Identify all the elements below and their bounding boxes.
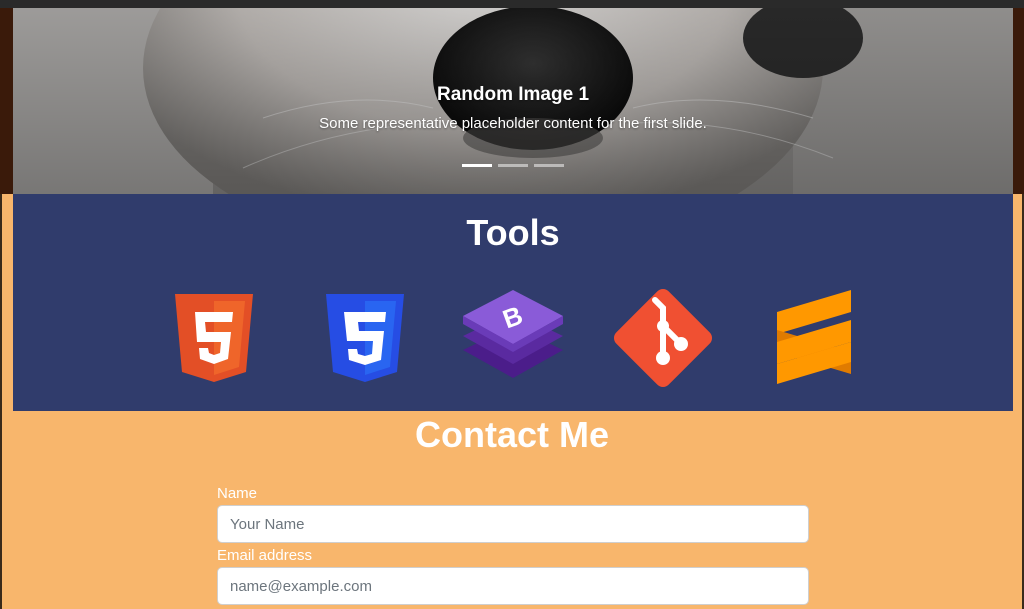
carousel-indicator-2[interactable] bbox=[498, 164, 528, 167]
email-label: Email address bbox=[217, 547, 313, 564]
contact-heading: Contact Me bbox=[414, 414, 609, 455]
carousel-slide-text: Some representative placeholder content … bbox=[319, 115, 707, 132]
right-edge bbox=[1013, 8, 1024, 194]
carousel-indicator-3[interactable] bbox=[534, 164, 564, 167]
carousel-indicator-1[interactable] bbox=[462, 164, 492, 167]
bootstrap-logo: B bbox=[463, 290, 563, 378]
browser-top-strip bbox=[0, 0, 1024, 8]
html5-logo bbox=[175, 294, 253, 382]
tools-section: Tools B bbox=[13, 194, 1013, 411]
name-input[interactable] bbox=[217, 505, 809, 543]
git-logo bbox=[613, 288, 713, 388]
email-input[interactable] bbox=[217, 567, 809, 605]
name-label: Name bbox=[217, 485, 258, 502]
left-edge bbox=[0, 8, 13, 194]
carousel-caption: Random Image 1 Some representative place… bbox=[13, 84, 1013, 132]
tools-logos: B bbox=[13, 286, 1013, 388]
frame-left bbox=[0, 194, 2, 609]
tools-heading: Tools bbox=[466, 212, 560, 253]
css3-logo bbox=[326, 294, 404, 382]
sublime-text-logo bbox=[777, 290, 851, 384]
carousel-slide-title: Random Image 1 bbox=[436, 84, 590, 105]
image-carousel[interactable]: Random Image 1 Some representative place… bbox=[13, 8, 1013, 194]
carousel-indicators bbox=[13, 164, 1013, 167]
